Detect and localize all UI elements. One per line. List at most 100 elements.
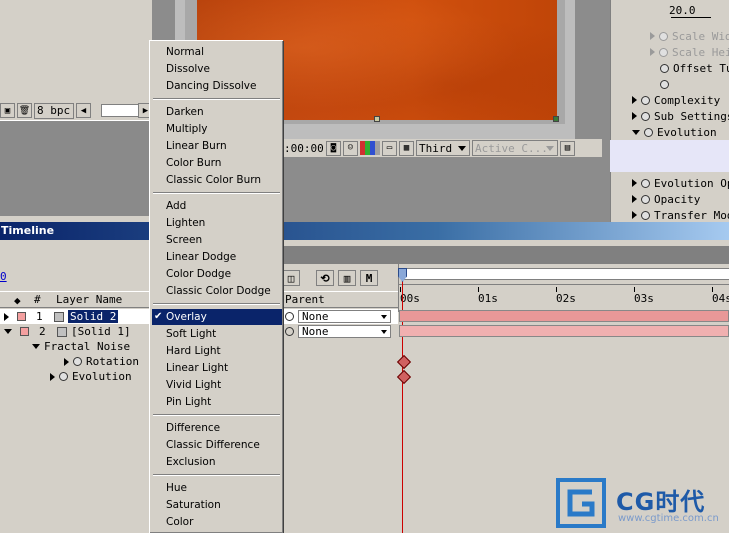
stopwatch-icon[interactable] bbox=[641, 194, 650, 204]
stopwatch-icon[interactable] bbox=[641, 178, 650, 188]
project-depth-button[interactable]: 8 bpc bbox=[34, 102, 74, 119]
channel-color-icon[interactable] bbox=[360, 141, 380, 155]
twirl-closed-icon[interactable] bbox=[632, 211, 637, 219]
blend-mode-item[interactable]: Linear Dodge bbox=[152, 249, 282, 265]
work-area-bar[interactable] bbox=[403, 268, 729, 280]
effect-property-row[interactable]: Complexity bbox=[632, 92, 729, 108]
effect-property-row[interactable]: Offset Tu bbox=[660, 60, 729, 76]
blend-mode-item[interactable]: Color Dodge bbox=[152, 266, 282, 282]
show-snapshot-icon[interactable]: ☺ bbox=[343, 140, 358, 156]
blend-mode-item[interactable]: Classic Difference bbox=[152, 437, 282, 453]
active-camera-dropdown[interactable]: Active C... bbox=[472, 140, 558, 156]
blend-mode-item[interactable]: Classic Color Dodge bbox=[152, 283, 282, 299]
effect-top-value[interactable]: 20.0 bbox=[669, 4, 696, 17]
layer-name[interactable]: [Solid 1] bbox=[71, 325, 131, 338]
current-time-display[interactable]: 0 bbox=[0, 270, 7, 283]
trash-icon[interactable]: 🗑 bbox=[17, 103, 32, 118]
blend-mode-item[interactable]: Linear Light bbox=[152, 360, 282, 376]
blend-mode-item[interactable]: Lighten bbox=[152, 215, 282, 231]
layer-duration-bar[interactable] bbox=[399, 325, 729, 337]
parent-dropdown[interactable]: None bbox=[298, 325, 391, 338]
twirl-closed-icon[interactable] bbox=[650, 32, 655, 40]
blend-mode-item[interactable]: Add bbox=[152, 198, 282, 214]
stopwatch-icon[interactable] bbox=[660, 63, 669, 73]
twirl-closed-icon[interactable] bbox=[632, 112, 637, 120]
blend-mode-item[interactable]: Dancing Dissolve bbox=[152, 78, 282, 94]
stopwatch-icon[interactable] bbox=[641, 95, 650, 105]
twirl-closed-icon[interactable] bbox=[650, 48, 655, 56]
twirl-open-icon[interactable] bbox=[32, 344, 40, 349]
blend-mode-item[interactable]: Exclusion bbox=[152, 454, 282, 470]
interpret-footage-icon[interactable]: ▣ bbox=[0, 103, 15, 118]
stopwatch-icon[interactable] bbox=[641, 210, 650, 220]
stopwatch-icon[interactable] bbox=[644, 127, 653, 137]
view-layout-dropdown[interactable]: Third bbox=[416, 140, 470, 156]
blend-mode-item[interactable]: Hue bbox=[152, 480, 282, 496]
draft-3d-icon[interactable]: ⟲ bbox=[316, 270, 334, 286]
effect-property-row[interactable]: Transfer Mod bbox=[632, 207, 729, 223]
blend-mode-item[interactable]: Color Burn bbox=[152, 155, 282, 171]
effect-property-row[interactable]: Scale Wid bbox=[650, 28, 729, 44]
blend-mode-item[interactable]: Color bbox=[152, 514, 282, 530]
layer-name[interactable]: Solid 2 bbox=[68, 310, 119, 323]
timeline-switch-buttons: ◫ ⟲ ▥ M bbox=[282, 269, 392, 287]
blend-mode-item[interactable]: Dissolve bbox=[152, 61, 282, 77]
evolution-dial-area[interactable] bbox=[610, 140, 729, 172]
layer-label-color[interactable] bbox=[20, 327, 29, 336]
blend-mode-item[interactable]: ✔ Overlay bbox=[152, 309, 282, 325]
layer-handle-corner[interactable] bbox=[553, 116, 559, 122]
blend-mode-item[interactable]: Saturation bbox=[152, 497, 282, 513]
effect-property-row[interactable] bbox=[660, 76, 729, 92]
effect-property-row[interactable]: Opacity bbox=[632, 191, 729, 207]
live-update-icon[interactable]: ◫ bbox=[282, 270, 300, 286]
blend-mode-item[interactable]: Hard Light bbox=[152, 343, 282, 359]
stopwatch-icon[interactable] bbox=[641, 111, 650, 121]
twirl-closed-icon[interactable] bbox=[632, 96, 637, 104]
comp-options-icon[interactable]: ▤ bbox=[560, 140, 575, 156]
region-of-interest-icon[interactable]: ▭ bbox=[382, 140, 397, 156]
motion-blur-button[interactable]: M bbox=[360, 270, 378, 286]
snapshot-icon[interactable]: ◙ bbox=[326, 140, 341, 156]
parent-pickwhip-icon[interactable] bbox=[285, 327, 294, 336]
twirl-open-icon[interactable] bbox=[632, 129, 640, 135]
effect-property-row[interactable]: Evolution Opti bbox=[632, 175, 729, 191]
frame-blending-icon[interactable]: ▥ bbox=[338, 270, 356, 286]
value-slider-track[interactable] bbox=[671, 17, 711, 18]
blend-mode-item[interactable]: Normal bbox=[152, 44, 282, 60]
layer-handle-bottom[interactable] bbox=[374, 116, 380, 122]
effect-property-row[interactable]: Scale Hei bbox=[650, 44, 729, 60]
stopwatch-icon[interactable] bbox=[659, 47, 668, 57]
layer-label-color[interactable] bbox=[17, 312, 26, 321]
parent-dropdown[interactable]: None bbox=[298, 310, 391, 323]
parent-column-header[interactable]: Parent bbox=[285, 293, 325, 306]
twirl-closed-icon[interactable] bbox=[4, 312, 9, 321]
stopwatch-icon[interactable] bbox=[73, 357, 82, 366]
effect-property-row[interactable]: Evolution bbox=[632, 124, 729, 140]
twirl-closed-icon[interactable] bbox=[632, 179, 637, 187]
stopwatch-icon[interactable] bbox=[660, 79, 669, 89]
ruler-line bbox=[399, 284, 729, 285]
blend-mode-item[interactable]: Multiply bbox=[152, 121, 282, 137]
blend-mode-item[interactable]: Vivid Light bbox=[152, 377, 282, 393]
twirl-closed-icon[interactable] bbox=[64, 357, 69, 366]
blend-mode-item[interactable]: Darken bbox=[152, 104, 282, 120]
twirl-closed-icon[interactable] bbox=[50, 372, 55, 381]
layer-duration-bar[interactable] bbox=[399, 310, 729, 322]
effect-property-row[interactable]: Sub Settings bbox=[632, 108, 729, 124]
parent-pickwhip-icon[interactable] bbox=[285, 312, 294, 321]
layer-name-column-header[interactable]: Layer Name bbox=[56, 293, 122, 306]
project-scrollbar[interactable] bbox=[101, 104, 141, 117]
twirl-closed-icon[interactable] bbox=[632, 195, 637, 203]
blend-mode-item[interactable]: Difference bbox=[152, 420, 282, 436]
blend-mode-item[interactable]: Screen bbox=[152, 232, 282, 248]
blend-mode-item[interactable]: Linear Burn bbox=[152, 138, 282, 154]
blend-mode-item[interactable]: Pin Light bbox=[152, 394, 282, 410]
comp-timecode[interactable]: :00:00 bbox=[282, 140, 324, 156]
twirl-open-icon[interactable] bbox=[4, 329, 12, 334]
blend-mode-item[interactable]: Soft Light bbox=[152, 326, 282, 342]
stopwatch-icon[interactable] bbox=[59, 372, 68, 381]
blend-mode-item[interactable]: Classic Color Burn bbox=[152, 172, 282, 188]
toggle-transparency-icon[interactable]: ▦ bbox=[399, 140, 414, 156]
stopwatch-icon[interactable] bbox=[659, 31, 668, 41]
scroll-left-icon[interactable]: ◀ bbox=[76, 103, 91, 118]
